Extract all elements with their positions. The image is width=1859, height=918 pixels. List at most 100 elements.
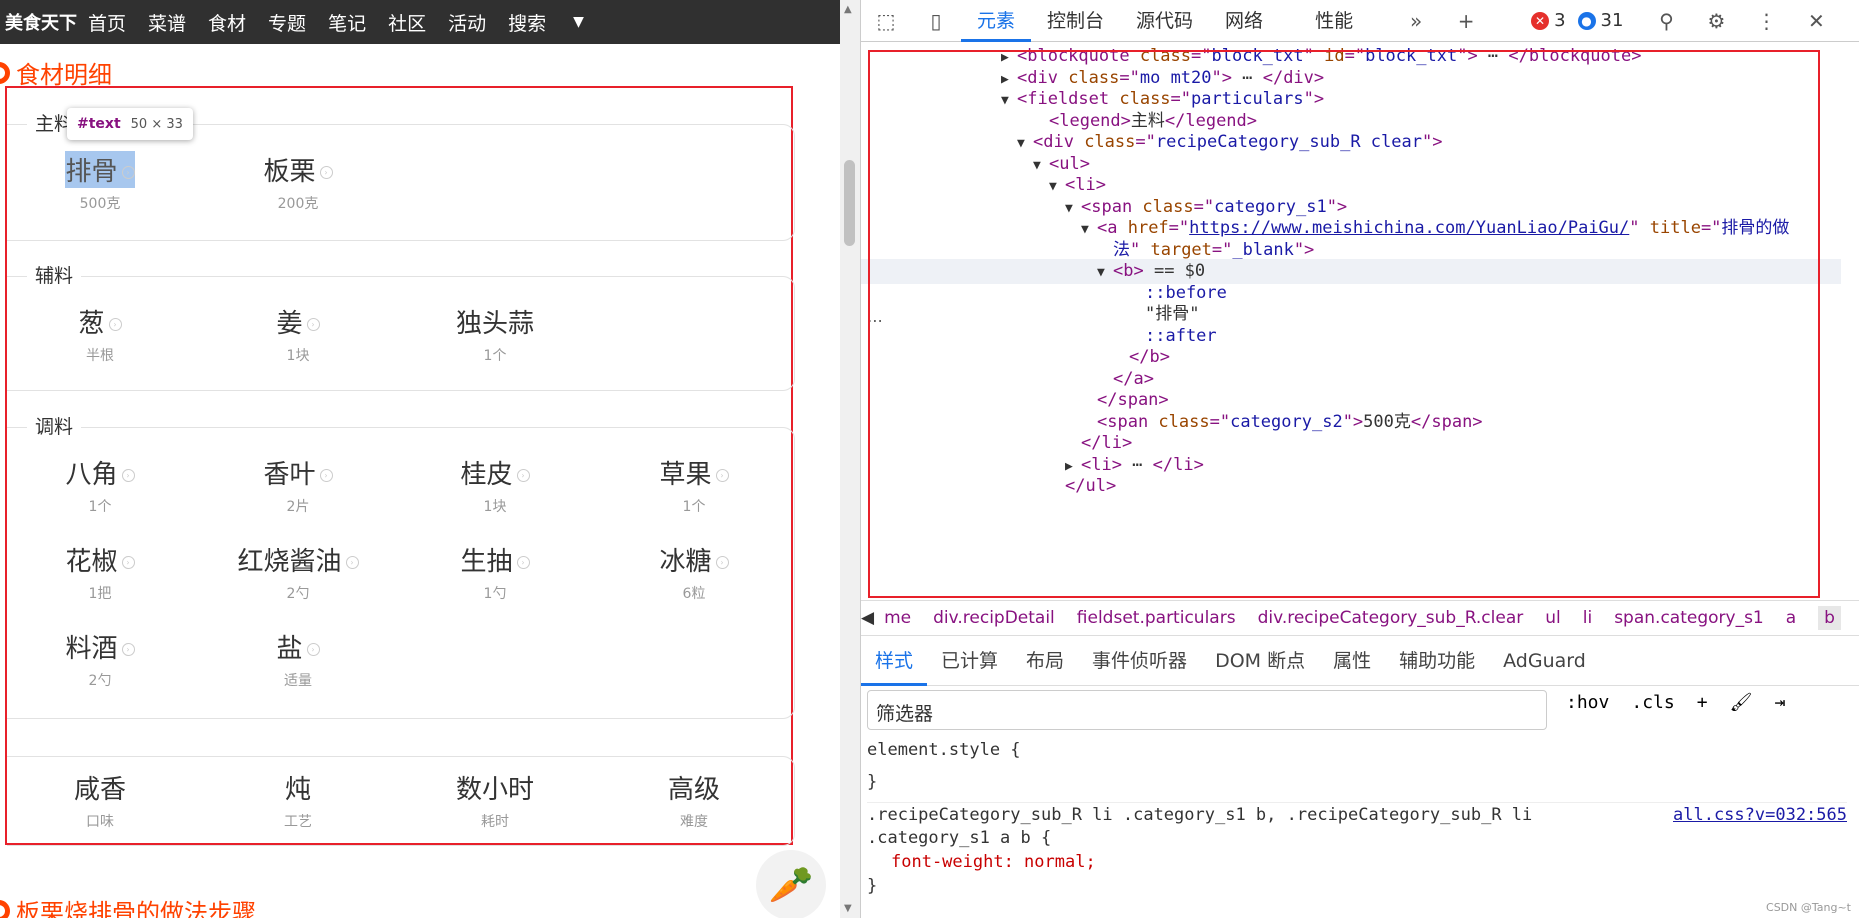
paint-icon[interactable]: 🖌 (1730, 692, 1753, 713)
styles-tab[interactable]: 事件侦听器 (1078, 636, 1201, 686)
ellipsis-icon[interactable]: ⋯ (867, 311, 883, 330)
group-seasoning: 调料 八角 › 1个 香叶 › 2片 桂皮 › 1块 草果 › 1个 花椒 › 1把 红烧酱油 › 2勺… (7, 412, 795, 719)
nav-recipes[interactable]: 菜谱 (143, 9, 191, 36)
caret-down-icon[interactable]: ▼ (573, 14, 584, 30)
tab-sources[interactable]: 源代码 (1120, 0, 1209, 42)
breadcrumb-item[interactable]: fieldset.particulars (1077, 608, 1236, 628)
scroll-down-icon: ▼ (844, 903, 852, 914)
error-icon: ✕ (1531, 11, 1550, 30)
close-icon[interactable]: ✕ (1799, 9, 1833, 33)
ingredient-item[interactable]: 冰糖 › 6粒 (629, 541, 759, 603)
inspect-icon[interactable]: ⬚ (869, 9, 903, 33)
carrot-icon[interactable]: 🥕 (756, 850, 826, 918)
ingredient-item[interactable]: 葱 › 半根 (35, 303, 165, 365)
nav-topics[interactable]: 专题 (263, 9, 311, 36)
nav-home[interactable]: 首页 (83, 9, 131, 36)
breadcrumb-item[interactable]: div.recipeCategory_sub_R.clear (1258, 608, 1524, 628)
arrow-circle-icon: › (121, 166, 135, 179)
breadcrumb-item[interactable]: me (884, 608, 911, 628)
section-title-ingredients: 食材明细 (0, 55, 112, 90)
ingredient-item[interactable]: 红烧酱油 › 2勺 (233, 541, 363, 603)
breadcrumb-item[interactable]: b (1818, 606, 1841, 630)
arrow-circle-icon: › (715, 469, 729, 482)
ingredient-item[interactable]: 花椒 › 1把 (35, 541, 165, 603)
arrow-circle-icon: › (319, 166, 333, 179)
nav-ingredients[interactable]: 食材 (203, 9, 251, 36)
crumb-left-icon[interactable]: ◀ (861, 608, 874, 628)
arrow-circle-icon: › (319, 469, 333, 482)
breadcrumb-item[interactable]: div.recipDetail (933, 608, 1055, 628)
styles-tab[interactable]: DOM 断点 (1201, 636, 1319, 686)
ingredient-item[interactable]: 排骨 › 500克 (35, 151, 165, 213)
css-source-link[interactable]: all.css?v=032:565 (1673, 803, 1847, 827)
breadcrumb-item[interactable]: li (1583, 608, 1592, 628)
ingredient-item[interactable]: 盐 › 适量 (233, 628, 363, 690)
add-rule-icon[interactable]: + (1697, 692, 1708, 713)
ingredient-item[interactable]: 独头蒜 1个 (430, 303, 560, 365)
sidebar-toggle-icon[interactable]: ⇥ (1774, 692, 1785, 713)
site-logo[interactable]: 美食天下 (5, 9, 77, 35)
styles-tab[interactable]: 辅助功能 (1385, 636, 1489, 686)
styles-tab[interactable]: 布局 (1012, 636, 1078, 686)
ingredient-item[interactable]: 八角 › 1个 (35, 454, 165, 516)
breadcrumb-item[interactable]: ul (1545, 608, 1561, 628)
customize-icon[interactable]: ⚲ (1649, 9, 1683, 33)
tab-network[interactable]: 网络 (1209, 0, 1279, 42)
group-title-aux: 辅料 (27, 261, 82, 288)
nav-community[interactable]: 社区 (383, 9, 431, 36)
ingredients-highlight-box: 主料 排骨 › 500克 板栗 › 200克 辅料 葱 › 半根 姜 › 1块 独头蒜 (5, 86, 795, 846)
kebab-menu-icon[interactable]: ⋮ (1749, 9, 1783, 33)
arrow-circle-icon: › (108, 318, 122, 331)
expand-triangle-icon: ▼ (1065, 200, 1073, 216)
ingredient-item[interactable]: 板栗 › 200克 (233, 151, 363, 213)
ingredient-item[interactable]: 香叶 › 2片 (233, 454, 363, 516)
tab-performance[interactable]: 性能 (1299, 0, 1369, 42)
breadcrumb: ◀ me div.recipDetail fieldset.particulars d… (861, 600, 1859, 636)
filter-input[interactable]: 筛选器 (867, 690, 1547, 730)
ingredient-item[interactable]: 料酒 › 2勺 (35, 628, 165, 690)
hov-toggle[interactable]: :hov (1566, 692, 1609, 713)
ingredient-item[interactable]: 草果 › 1个 (629, 454, 759, 516)
group-title-seasoning: 调料 (27, 412, 82, 439)
ingredient-name-highlighted: 排骨 › (65, 151, 135, 188)
styles-tab[interactable]: 已计算 (927, 636, 1012, 686)
page-scrollbar[interactable]: ▲ ▼ (840, 0, 860, 918)
device-toggle-icon[interactable]: ▯ (919, 9, 953, 33)
devtools-toolbar: ⬚ ▯ 元素 控制台 源代码 网络 性能 » + ✕ 3 ● 31 ⚲ ⚙ ⋮ ✕ (861, 0, 1859, 42)
breadcrumb-item[interactable]: a (1786, 608, 1796, 628)
gear-icon[interactable]: ⚙ (1699, 9, 1733, 33)
styles-tab[interactable]: AdGuard (1489, 636, 1600, 686)
styles-tab[interactable]: 样式 (861, 636, 928, 686)
tab-elements[interactable]: 元素 (961, 0, 1032, 42)
more-tabs-icon[interactable]: » (1399, 9, 1433, 33)
nav-events[interactable]: 活动 (443, 9, 491, 36)
dom-node[interactable]: <span class="category_s2">500克</span> (1081, 410, 1483, 435)
message-badge[interactable]: ● 31 (1577, 10, 1623, 31)
add-tab-icon[interactable]: + (1449, 9, 1483, 33)
ingredient-amount: 500克 (79, 196, 121, 212)
group-main: 主料 排骨 › 500克 板栗 › 200克 (7, 109, 795, 241)
ring-icon (0, 61, 10, 84)
tab-console[interactable]: 控制台 (1031, 0, 1120, 42)
error-badge[interactable]: ✕ 3 (1531, 10, 1566, 31)
property-item: 数小时 耗时 (455, 775, 534, 830)
scroll-thumb[interactable] (844, 160, 855, 246)
nav-notes[interactable]: 笔记 (323, 9, 371, 36)
ingredient-item[interactable]: 生抽 › 1勺 (430, 541, 560, 603)
ingredient-item[interactable]: 姜 › 1块 (233, 303, 363, 365)
styles-tab[interactable]: 属性 (1319, 636, 1385, 686)
dom-tree[interactable]: ▶ <blockquote class="block_txt" id="block… (861, 42, 1841, 602)
arrow-circle-icon: › (306, 643, 320, 656)
css-declaration[interactable]: font-weight: normal; (867, 850, 1847, 874)
cls-toggle[interactable]: .cls (1631, 692, 1674, 713)
property-item: 咸香 口味 (73, 775, 126, 830)
nav-search[interactable]: 搜索 (503, 9, 551, 36)
dom-node-selected[interactable]: ▼ <b> == $0 (861, 259, 1841, 284)
breadcrumb-item[interactable]: span.category_s1 (1614, 608, 1764, 628)
dom-node[interactable]: </ul> (1049, 474, 1116, 499)
ring-icon (0, 899, 10, 918)
expand-triangle-icon: ▼ (1001, 93, 1009, 108)
ingredient-item[interactable]: 桂皮 › 1块 (430, 454, 560, 516)
expand-triangle-icon: ▼ (1033, 157, 1041, 173)
arrow-circle-icon: › (121, 556, 135, 569)
